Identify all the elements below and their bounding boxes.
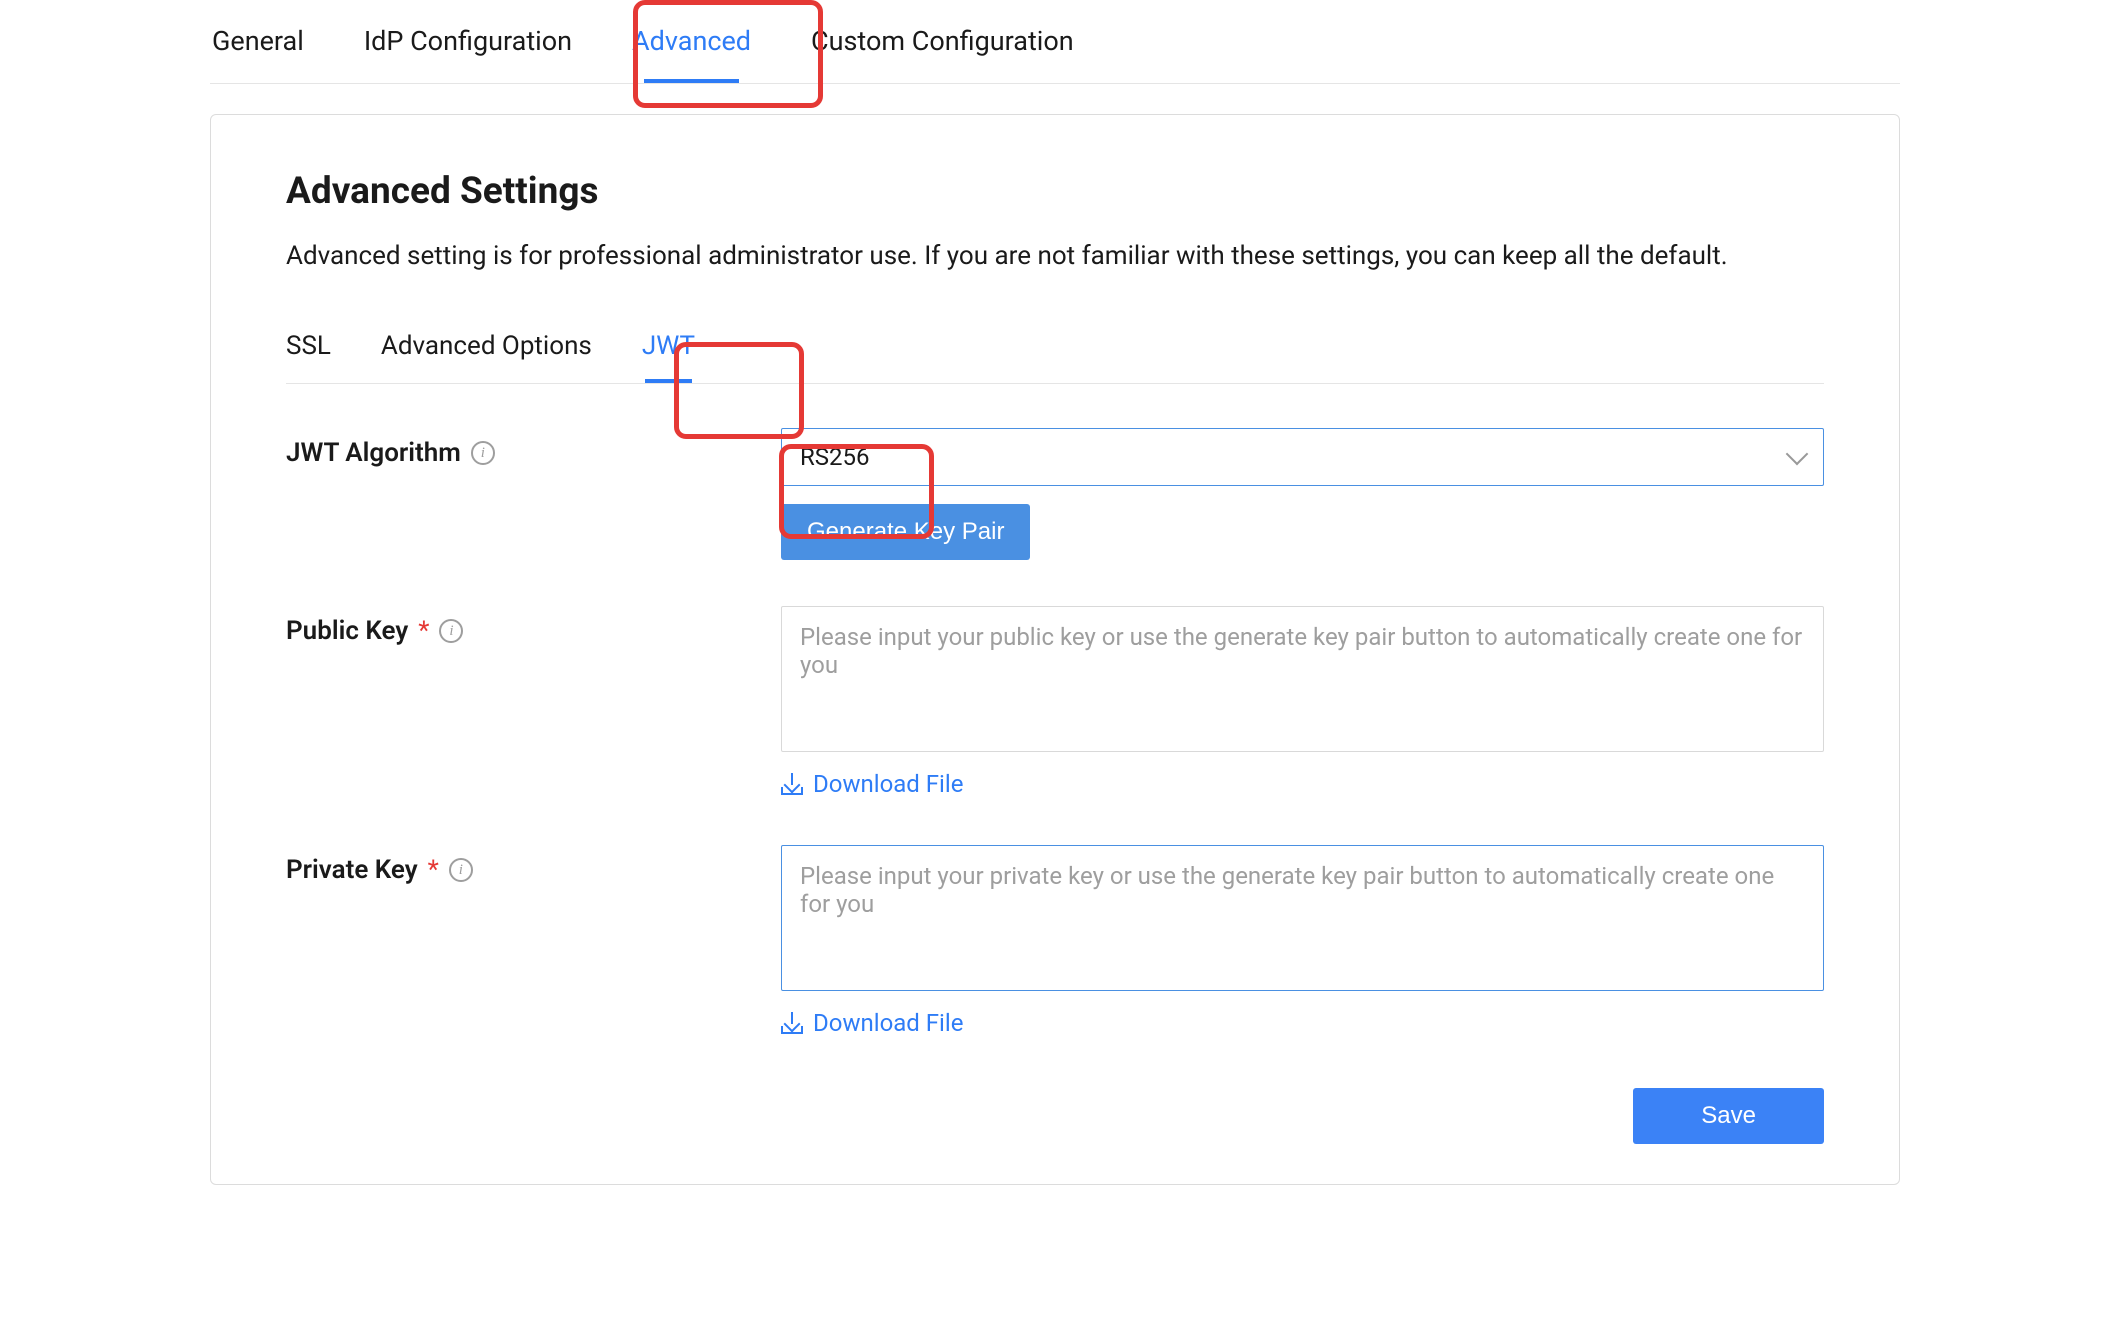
label-jwt-algorithm-text: JWT Algorithm — [286, 438, 461, 468]
download-icon — [781, 1012, 803, 1034]
required-mark: * — [428, 855, 439, 885]
chevron-down-icon — [1786, 443, 1809, 466]
info-icon[interactable]: i — [439, 619, 463, 643]
subtab-ssl[interactable]: SSL — [286, 331, 331, 383]
subtab-advanced-options[interactable]: Advanced Options — [381, 331, 592, 383]
panel-title: Advanced Settings — [286, 170, 1824, 213]
generate-key-pair-button[interactable]: Generate Key Pair — [781, 504, 1030, 560]
advanced-settings-panel: Advanced Settings Advanced setting is fo… — [210, 114, 1900, 1185]
label-private-key-text: Private Key — [286, 855, 418, 885]
label-public-key-text: Public Key — [286, 616, 408, 646]
label-public-key: Public Key * i — [286, 606, 781, 646]
panel-description: Advanced setting is for professional adm… — [286, 241, 1824, 271]
label-private-key: Private Key * i — [286, 845, 781, 885]
tab-idp-configuration[interactable]: IdP Configuration — [364, 25, 572, 83]
top-tabs: General IdP Configuration Advanced Custo… — [210, 25, 1900, 84]
row-private-key: Private Key * i Download File — [286, 845, 1824, 1038]
row-jwt-algorithm: JWT Algorithm i RS256 Generate Key Pair — [286, 428, 1824, 560]
sub-tabs: SSL Advanced Options JWT — [286, 331, 1824, 384]
download-public-key-link[interactable]: Download File — [781, 770, 963, 798]
jwt-algorithm-select[interactable]: RS256 — [781, 428, 1824, 486]
tab-custom-configuration[interactable]: Custom Configuration — [811, 25, 1074, 83]
download-icon — [781, 773, 803, 795]
label-jwt-algorithm: JWT Algorithm i — [286, 428, 781, 468]
info-icon[interactable]: i — [449, 858, 473, 882]
required-mark: * — [418, 616, 429, 646]
save-button[interactable]: Save — [1633, 1088, 1824, 1144]
private-key-input[interactable] — [781, 845, 1824, 991]
download-private-key-text: Download File — [813, 1009, 963, 1037]
download-public-key-text: Download File — [813, 770, 963, 798]
tab-general[interactable]: General — [212, 25, 304, 83]
tab-advanced[interactable]: Advanced — [632, 25, 751, 83]
download-private-key-link[interactable]: Download File — [781, 1009, 963, 1037]
row-public-key: Public Key * i Download File — [286, 606, 1824, 799]
public-key-input[interactable] — [781, 606, 1824, 752]
subtab-jwt[interactable]: JWT — [642, 331, 695, 383]
jwt-algorithm-value: RS256 — [800, 443, 870, 471]
info-icon[interactable]: i — [471, 441, 495, 465]
